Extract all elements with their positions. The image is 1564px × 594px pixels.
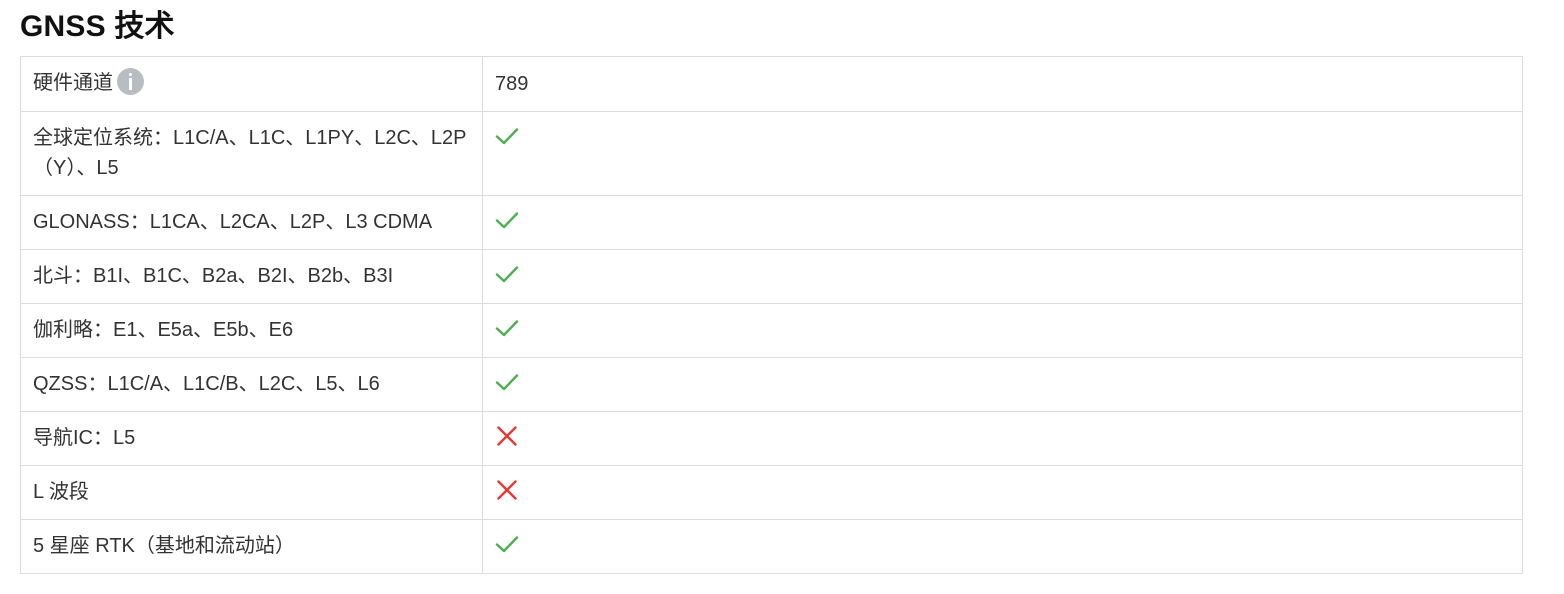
value-cell [482,357,1523,412]
row-label: 伽利略：E1、E5a、E5b、E6 [33,319,294,341]
label-cell: L 波段 [20,465,483,520]
cross-icon [495,478,1510,502]
check-icon [495,370,1510,394]
row-label: 北斗：B1I、B1C、B2a、B2I、B2b、B3I [33,265,394,287]
table-row: 北斗：B1I、B1C、B2a、B2I、B2b、B3I [20,249,1523,304]
row-label: 5 星座 RTK（基地和流动站） [33,535,295,557]
table-row: QZSS：L1C/A、L1C/B、L2C、L5、L6 [20,357,1523,412]
value-cell [482,195,1523,250]
table-row: 全球定位系统：L1C/A、L1C、L1PY、L2C、L2P（Y）、L5 [20,111,1523,196]
table-row: 5 星座 RTK（基地和流动站） [20,519,1523,574]
row-label: L 波段 [33,481,89,503]
label-cell: 全球定位系统：L1C/A、L1C、L1PY、L2C、L2P（Y）、L5 [20,111,483,196]
check-icon [495,124,1510,148]
check-icon [495,316,1510,340]
row-label: GLONASS：L1CA、L2CA、L2P、L3 CDMA [33,211,433,233]
row-label: 全球定位系统：L1C/A、L1C、L1PY、L2C、L2P（Y）、L5 [33,127,467,179]
row-value: 789 [495,73,529,95]
table-row: 硬件通道 789 [20,56,1523,112]
info-icon[interactable] [117,68,144,96]
value-cell: 789 [482,56,1523,112]
cross-icon [495,424,1510,448]
value-cell [482,411,1523,466]
label-cell: 北斗：B1I、B1C、B2a、B2I、B2b、B3I [20,249,483,304]
section-title: GNSS 技术 [20,10,175,43]
value-cell [482,303,1523,358]
label-cell: 5 星座 RTK（基地和流动站） [20,519,483,574]
row-label: 导航IC：L5 [33,427,136,449]
table-row: 伽利略：E1、E5a、E5b、E6 [20,303,1523,358]
check-icon [495,532,1510,556]
check-icon [495,208,1510,232]
check-icon [495,262,1510,286]
value-cell [482,111,1523,196]
spec-table: 硬件通道 789 全球定位系统：L1C/A、L1C、L1PY、L2C、L2P（Y… [20,56,1523,574]
row-label: QZSS：L1C/A、L1C/B、L2C、L5、L6 [33,373,380,395]
label-cell: 硬件通道 [20,56,483,112]
label-cell: QZSS：L1C/A、L1C/B、L2C、L5、L6 [20,357,483,412]
row-label: 硬件通道 [33,72,113,94]
gnss-spec-section: GNSS 技术 硬件通道 789 全球定位系统：L1C/A、L1C、L1PY、L… [0,0,1564,574]
value-cell [482,519,1523,574]
label-cell: GLONASS：L1CA、L2CA、L2P、L3 CDMA [20,195,483,250]
table-row: L 波段 [20,465,1523,520]
label-cell: 导航IC：L5 [20,411,483,466]
value-cell [482,249,1523,304]
label-cell: 伽利略：E1、E5a、E5b、E6 [20,303,483,358]
value-cell [482,465,1523,520]
table-row: GLONASS：L1CA、L2CA、L2P、L3 CDMA [20,195,1523,250]
table-row: 导航IC：L5 [20,411,1523,466]
